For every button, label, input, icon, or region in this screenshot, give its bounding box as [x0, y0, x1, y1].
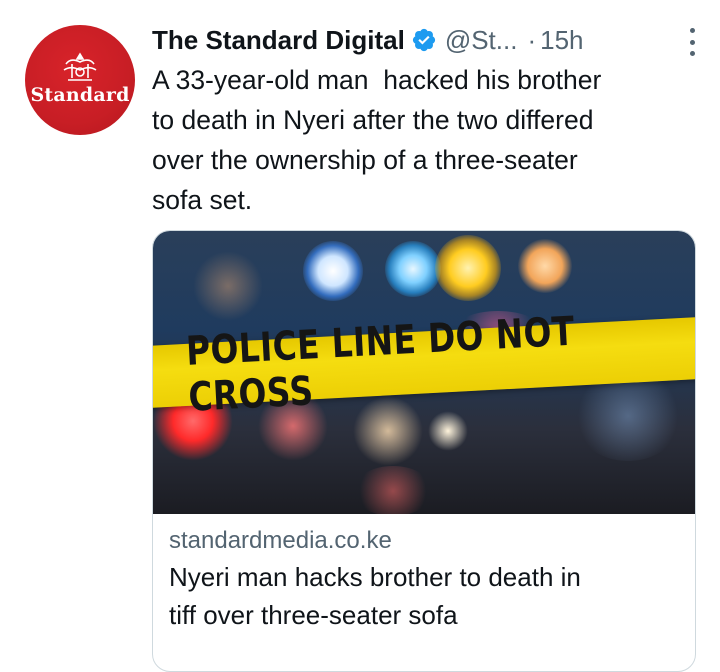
card-image: POLICE LINE DO NOT CROSS [153, 231, 695, 514]
handle[interactable]: @St... [445, 25, 518, 56]
link-card[interactable]: POLICE LINE DO NOT CROSS standardmedia.c… [152, 230, 696, 672]
crest-logo-icon [63, 51, 97, 81]
card-meta: standardmedia.co.ke Nyeri man hacks brot… [153, 514, 695, 634]
tweet-header: The Standard Digital @St... · 15h [152, 20, 700, 60]
more-options-icon[interactable] [688, 28, 696, 56]
display-name[interactable]: The Standard Digital [152, 25, 405, 56]
police-tape: POLICE LINE DO NOT CROSS [153, 309, 695, 421]
avatar-label: Standard [30, 83, 130, 106]
tweet-text: A 33-year-old man hacked his brother to … [152, 65, 602, 215]
timestamp[interactable]: 15h [540, 25, 583, 56]
verified-badge-icon [412, 28, 435, 52]
card-title: Nyeri man hacks brother to death in tiff… [169, 562, 581, 630]
separator-dot: · [527, 24, 537, 55]
avatar[interactable]: Standard [25, 25, 135, 135]
card-domain: standardmedia.co.ke [169, 527, 392, 554]
